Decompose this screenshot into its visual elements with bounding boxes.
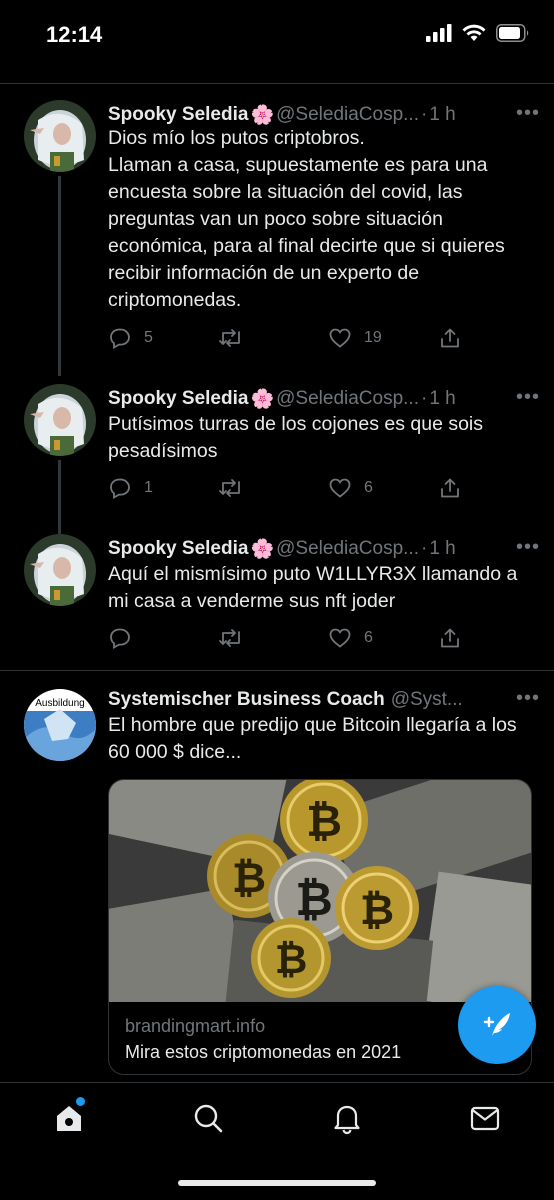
user-handle[interactable]: @SelediaCosp... <box>276 104 419 126</box>
avatar-text: Ausbildung <box>35 698 84 709</box>
tweet-time[interactable]: 1 h <box>429 538 455 560</box>
retweet-button[interactable] <box>218 326 244 350</box>
heart-icon <box>329 328 351 348</box>
reply-count: 5 <box>144 329 153 346</box>
user-handle[interactable]: @Syst... <box>391 689 463 711</box>
avatar[interactable] <box>24 100 96 172</box>
flower-emoji: 🌸 <box>250 389 275 410</box>
status-bar: 12:14 <box>0 0 554 70</box>
tweet-2[interactable]: Spooky Seledia 🌸 @SelediaCosp... · 1 h •… <box>0 384 554 534</box>
more-options-icon[interactable]: ••• <box>516 102 540 125</box>
like-button[interactable]: 6 <box>328 626 373 650</box>
retweet-icon <box>219 479 240 497</box>
battery-icon <box>496 24 529 42</box>
separator-dot: · <box>421 388 428 409</box>
share-icon <box>441 478 459 498</box>
like-count: 19 <box>364 329 382 346</box>
svg-text:₿: ₿ <box>232 854 266 901</box>
home-icon <box>57 1106 81 1131</box>
thread-line <box>58 176 61 376</box>
svg-text:₿: ₿ <box>295 873 333 925</box>
avatar[interactable]: Ausbildung <box>24 689 96 761</box>
tweet-actions: 5 19 <box>108 326 468 354</box>
compose-tweet-button[interactable] <box>458 986 536 1064</box>
tweet-header: Systemischer Business Coach @Syst... <box>108 685 536 715</box>
mail-icon <box>470 1106 500 1131</box>
tweet-header: Spooky Seledia 🌸 @SelediaCosp... · 1 h <box>108 384 536 414</box>
tweet-actions: 6 <box>108 626 468 654</box>
reply-count: 1 <box>144 479 153 496</box>
tweet-3[interactable]: Spooky Seledia 🌸 @SelediaCosp... · 1 h •… <box>0 534 554 664</box>
display-name[interactable]: Spooky Seledia <box>108 104 248 126</box>
svg-text:₿: ₿ <box>275 938 308 982</box>
tweet-divider <box>0 670 554 671</box>
cellular-signal-icon <box>426 24 452 42</box>
tab-notifications[interactable] <box>330 1101 364 1135</box>
tweet-text: Dios mío los putos criptobros. Llaman a … <box>108 127 505 311</box>
like-button[interactable]: 6 <box>328 476 373 500</box>
like-count: 6 <box>364 629 373 646</box>
tweet-header: Spooky Seledia 🌸 @SelediaCosp... · 1 h <box>108 534 536 564</box>
wifi-icon <box>462 24 486 41</box>
header-divider <box>0 70 554 84</box>
like-button[interactable]: 19 <box>328 326 382 350</box>
heart-icon <box>329 478 351 498</box>
more-options-icon[interactable]: ••• <box>516 687 540 710</box>
status-icons <box>426 24 530 42</box>
retweet-icon <box>219 329 240 347</box>
compose-feather-icon <box>483 1013 510 1036</box>
separator-dot: · <box>421 538 428 559</box>
reply-button[interactable]: 5 <box>108 326 153 350</box>
share-button[interactable] <box>438 476 462 500</box>
reply-button[interactable]: 1 <box>108 476 153 500</box>
flower-emoji: 🌸 <box>250 105 275 126</box>
flower-emoji: 🌸 <box>250 539 275 560</box>
reply-button[interactable] <box>108 626 132 650</box>
more-options-icon[interactable]: ••• <box>516 536 540 559</box>
tweet-time[interactable]: 1 h <box>429 104 455 126</box>
retweet-button[interactable] <box>218 626 244 650</box>
card-domain: brandingmart.info <box>125 1016 266 1036</box>
separator-dot: · <box>421 104 428 125</box>
display-name[interactable]: Spooky Seledia <box>108 538 248 560</box>
reply-icon <box>110 628 130 650</box>
reply-icon <box>110 328 130 350</box>
heart-icon <box>329 628 351 648</box>
tweet-time[interactable]: 1 h <box>429 388 455 410</box>
retweet-icon <box>219 629 240 647</box>
svg-text:₿: ₿ <box>360 886 394 933</box>
avatar[interactable] <box>24 384 96 456</box>
like-count: 6 <box>364 479 373 496</box>
thread-line <box>58 460 61 534</box>
tweet-text: El hombre que predijo que Bitcoin llegar… <box>108 714 517 763</box>
user-handle[interactable]: @SelediaCosp... <box>276 538 419 560</box>
tab-home[interactable] <box>52 1097 86 1135</box>
home-indicator[interactable] <box>178 1180 376 1186</box>
tab-search[interactable] <box>191 1101 225 1135</box>
status-time: 12:14 <box>46 22 103 47</box>
avatar[interactable] <box>24 534 96 606</box>
more-options-icon[interactable]: ••• <box>516 386 540 409</box>
share-icon <box>441 628 459 648</box>
bitcoin-coins-image: ₿ ₿ ₿ ₿ ₿ <box>109 780 531 1002</box>
user-handle[interactable]: @SelediaCosp... <box>276 388 419 410</box>
search-icon <box>194 1104 223 1133</box>
reply-icon <box>110 478 130 500</box>
bell-icon <box>334 1105 360 1135</box>
share-button[interactable] <box>438 626 462 650</box>
share-button[interactable] <box>438 326 462 350</box>
notification-dot <box>76 1097 85 1106</box>
display-name[interactable]: Systemischer Business Coach <box>108 689 385 711</box>
tweet-text: Aquí el mismísimo puto W1LLYR3X llamando… <box>108 563 518 612</box>
svg-text:₿: ₿ <box>306 797 342 846</box>
tab-messages[interactable] <box>468 1101 502 1135</box>
share-icon <box>441 328 459 348</box>
tweet-text: Putísimos turras de los cojones es que s… <box>108 413 484 462</box>
retweet-button[interactable] <box>218 476 244 500</box>
tweet-1[interactable]: Spooky Seledia 🌸 @SelediaCosp... · 1 h •… <box>0 100 554 376</box>
card-title: Mira estos criptomonedas en 2021 <box>125 1042 402 1062</box>
display-name[interactable]: Spooky Seledia <box>108 388 248 410</box>
tweet-actions: 1 6 <box>108 476 468 504</box>
